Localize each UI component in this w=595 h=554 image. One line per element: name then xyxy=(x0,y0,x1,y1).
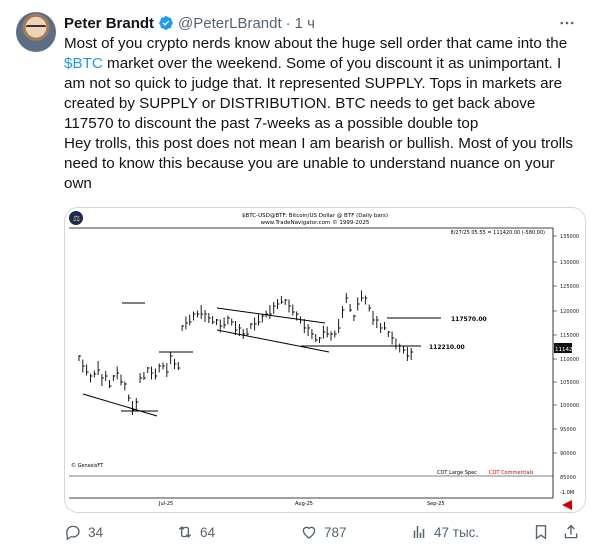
repost-count: 64 xyxy=(200,524,216,540)
heart-icon xyxy=(302,526,316,539)
verified-badge-icon xyxy=(159,16,173,30)
more-options-icon[interactable] xyxy=(557,13,577,33)
tweet-text-part: market over the weekend. Some of you dis… xyxy=(64,55,563,132)
y-tick-label: 105000 xyxy=(560,380,579,386)
tweet-text: Most of you crypto nerds know about the … xyxy=(64,34,584,194)
y-tick-label: 125000 xyxy=(560,284,579,290)
tweet-paragraph-1: Most of you crypto nerds know about the … xyxy=(64,34,584,134)
x-tick-label: Jul-25 xyxy=(158,501,173,507)
timestamp[interactable]: 1 ч xyxy=(295,15,315,32)
y-tick-label: 100000 xyxy=(560,403,579,409)
author-name[interactable]: Peter Brandt xyxy=(64,15,154,32)
cot-commercials-label: COT Commercials xyxy=(489,470,534,476)
chart-quote: 8/27/25 05:55 = 111420.00 (-580.00) xyxy=(451,230,546,236)
share-icon xyxy=(564,524,578,539)
x-tick-label: Aug-25 xyxy=(295,501,313,507)
level-high-label: 117570.00 xyxy=(451,316,487,323)
last-price-label: 111420 xyxy=(555,347,576,353)
tweet-header: Peter Brandt @PeterLBrandt · 1 ч xyxy=(64,13,315,33)
y-tick-label: 115000 xyxy=(560,333,579,339)
like-count: 787 xyxy=(324,524,347,540)
bookmark-button[interactable] xyxy=(532,522,556,542)
reply-icon xyxy=(66,525,80,541)
tweet-paragraph-2: Hey trolls, this post does not mean I am… xyxy=(64,135,574,192)
view-count: 47 тыс. xyxy=(434,524,480,540)
tweet-text-part: Most of you crypto nerds know about the … xyxy=(64,35,568,52)
chart-image[interactable]: ⚖ $BTC-USD@BTF: Bitcoin/US Dollar @ BTF … xyxy=(64,207,586,513)
avatar-glasses xyxy=(26,25,46,32)
avatar[interactable] xyxy=(16,12,56,52)
repost-button[interactable]: 64 xyxy=(176,522,215,542)
watermark: © GenesisFT xyxy=(71,462,104,469)
y-tick-label: 130000 xyxy=(560,260,579,266)
reply-count: 34 xyxy=(88,524,104,540)
cot-value: -1.0M xyxy=(560,490,574,496)
y-tick-label: 95000 xyxy=(560,427,576,433)
cashtag-link[interactable]: $BTC xyxy=(64,55,103,72)
y-tick-label: 90000 xyxy=(560,451,576,457)
chart-background xyxy=(66,209,584,511)
logo-mark: ⚖ xyxy=(73,214,80,223)
share-button[interactable] xyxy=(562,522,586,542)
y-tick-label: 135000 xyxy=(560,234,579,240)
chart-subtitle: www.TradeNavigator.com © 1999-2025 xyxy=(261,219,370,226)
y-tick-label: 85000 xyxy=(560,475,576,481)
y-tick-label: 120000 xyxy=(560,309,579,315)
chart-svg: ⚖ $BTC-USD@BTF: Bitcoin/US Dollar @ BTF … xyxy=(66,209,584,511)
repost-icon xyxy=(178,526,192,538)
separator-dot: · xyxy=(285,14,291,32)
views-button[interactable]: 47 тыс. xyxy=(410,522,479,542)
level-low-label: 112210.00 xyxy=(429,344,465,351)
views-icon xyxy=(413,526,425,538)
like-button[interactable]: 787 xyxy=(300,522,347,542)
cot-large-spec-label: COT Large Spec xyxy=(437,470,477,476)
bookmark-icon xyxy=(535,525,547,540)
chart-title: $BTC-USD@BTF: Bitcoin/US Dollar @ BTF (D… xyxy=(242,213,388,219)
reply-button[interactable]: 34 xyxy=(64,522,103,542)
y-tick-label: 110000 xyxy=(560,357,579,363)
author-handle[interactable]: @PeterLBrandt xyxy=(178,15,282,32)
x-tick-label: Sep-25 xyxy=(427,501,445,507)
action-bar: 34 64 787 47 тыс. xyxy=(64,522,584,542)
